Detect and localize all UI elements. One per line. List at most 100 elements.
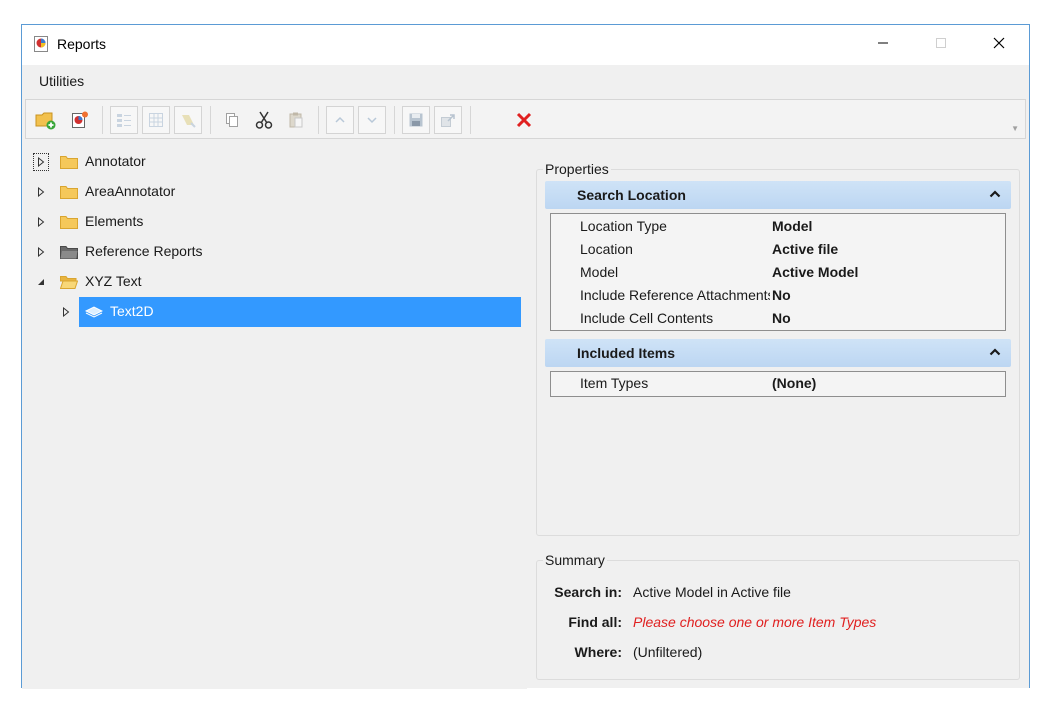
tree-item-label: AreaAnnotator bbox=[85, 183, 176, 199]
property-name: Include Reference Attachments bbox=[580, 287, 770, 303]
property-row-location[interactable]: Location Active file bbox=[551, 239, 1005, 262]
find-all-link[interactable]: Please choose one or more Item Types bbox=[633, 614, 876, 630]
properties-title: Properties bbox=[543, 161, 611, 177]
toolbar-separator bbox=[470, 106, 471, 134]
tree-item-label: Elements bbox=[85, 213, 144, 229]
add-folder-button[interactable] bbox=[32, 106, 60, 134]
property-value[interactable]: No bbox=[772, 310, 791, 326]
find-all-label: Find all: bbox=[568, 614, 622, 630]
columns-button[interactable] bbox=[110, 106, 138, 134]
property-name: Item Types bbox=[580, 375, 649, 391]
expand-icon[interactable] bbox=[59, 304, 73, 320]
minimize-icon bbox=[878, 42, 888, 44]
menu-utilities[interactable]: Utilities bbox=[39, 73, 84, 89]
expand-icon[interactable] bbox=[33, 153, 49, 171]
properties-group: Properties Search Location Location Type… bbox=[536, 161, 1020, 536]
toolbar-separator bbox=[102, 106, 103, 134]
summary-title: Summary bbox=[543, 552, 607, 568]
search-location-header[interactable]: Search Location bbox=[545, 181, 1011, 209]
move-up-button[interactable] bbox=[326, 106, 354, 134]
property-name: Include Cell Contents bbox=[580, 310, 714, 326]
window-title: Reports bbox=[57, 36, 107, 52]
move-up-icon bbox=[335, 116, 345, 123]
folder-icon bbox=[60, 216, 78, 229]
expand-icon[interactable] bbox=[34, 244, 48, 260]
move-down-button[interactable] bbox=[358, 106, 386, 134]
maximize-button[interactable] bbox=[918, 25, 964, 61]
toolbar-separator bbox=[318, 106, 319, 134]
property-value[interactable]: No bbox=[772, 287, 791, 303]
export-icon bbox=[441, 114, 455, 127]
chevron-up-icon[interactable] bbox=[989, 347, 1001, 357]
maximize-icon bbox=[936, 38, 946, 48]
property-name: Location bbox=[580, 241, 633, 257]
table-button[interactable] bbox=[142, 106, 170, 134]
property-name: Model bbox=[580, 264, 619, 280]
report-tree: Annotator AreaAnnotator Elements Referen… bbox=[22, 142, 527, 689]
included-items-grid: Item Types (None) bbox=[550, 371, 1006, 397]
property-row-include-reference-attachments[interactable]: Include Reference Attachments No bbox=[551, 285, 1005, 308]
tree-item-label: Annotator bbox=[85, 153, 146, 169]
new-report-icon bbox=[72, 111, 88, 128]
property-name: Location Type bbox=[580, 218, 667, 234]
table-icon bbox=[149, 113, 163, 127]
cut-button[interactable] bbox=[250, 106, 278, 134]
tree-item-reference-reports[interactable]: Reference Reports bbox=[22, 237, 522, 267]
property-row-item-types[interactable]: Item Types (None) bbox=[551, 373, 1005, 396]
highlight-button[interactable] bbox=[174, 106, 202, 134]
folder-icon bbox=[60, 156, 78, 169]
move-down-icon bbox=[367, 117, 377, 124]
tree-item-xyz-text[interactable]: XYZ Text bbox=[22, 267, 522, 297]
save-button[interactable] bbox=[402, 106, 430, 134]
property-row-model[interactable]: Model Active Model bbox=[551, 262, 1005, 285]
expand-icon[interactable] bbox=[34, 214, 48, 230]
highlight-icon bbox=[182, 115, 196, 128]
toolbar-overflow-icon[interactable]: ▼ bbox=[1011, 124, 1019, 133]
where-label: Where: bbox=[574, 644, 622, 660]
copy-icon bbox=[226, 113, 238, 127]
close-button[interactable] bbox=[976, 25, 1022, 61]
paste-button[interactable] bbox=[282, 106, 310, 134]
reports-window: Reports Utilities ▼ Annotator AreaAnnota… bbox=[21, 24, 1030, 689]
collapse-icon[interactable] bbox=[34, 274, 48, 290]
toolbar-separator bbox=[394, 106, 395, 134]
delete-button[interactable] bbox=[510, 106, 538, 134]
folder-open-icon bbox=[60, 276, 78, 289]
property-value[interactable]: Model bbox=[772, 218, 812, 234]
property-value[interactable]: Active Model bbox=[772, 264, 858, 280]
tree-item-label: Text2D bbox=[110, 303, 154, 319]
columns-icon bbox=[117, 114, 131, 127]
reports-app-icon bbox=[34, 36, 48, 52]
tree-item-text2d[interactable]: Text2D bbox=[79, 297, 521, 327]
close-icon bbox=[993, 37, 1005, 49]
tree-item-elements[interactable]: Elements bbox=[22, 207, 522, 237]
delete-icon bbox=[516, 112, 532, 128]
search-in-value: Active Model in Active file bbox=[633, 584, 791, 600]
tree-item-annotator[interactable]: Annotator bbox=[22, 147, 522, 177]
add-folder-icon bbox=[35, 112, 56, 130]
expand-icon[interactable] bbox=[34, 184, 48, 200]
search-location-grid: Location Type Model Location Active file… bbox=[550, 213, 1006, 331]
folder-icon bbox=[60, 186, 78, 199]
new-report-button[interactable] bbox=[66, 106, 94, 134]
property-value[interactable]: (None) bbox=[772, 375, 816, 391]
summary-group: Summary Search in: Active Model in Activ… bbox=[536, 552, 1020, 680]
tree-item-label: XYZ Text bbox=[85, 273, 142, 289]
toolbar-separator bbox=[210, 106, 211, 134]
export-button[interactable] bbox=[434, 106, 462, 134]
chevron-up-icon[interactable] bbox=[989, 189, 1001, 199]
save-icon bbox=[409, 113, 423, 127]
cut-icon bbox=[255, 111, 273, 129]
paste-icon bbox=[289, 112, 303, 128]
where-value: (Unfiltered) bbox=[633, 644, 703, 660]
property-row-include-cell-contents[interactable]: Include Cell Contents No bbox=[551, 308, 1005, 331]
included-items-header[interactable]: Included Items bbox=[545, 339, 1011, 367]
property-row-location-type[interactable]: Location Type Model bbox=[551, 216, 1005, 239]
menu-bar: Utilities bbox=[22, 65, 1029, 97]
property-value[interactable]: Active file bbox=[772, 241, 838, 257]
section-title: Included Items bbox=[577, 345, 676, 361]
copy-button[interactable] bbox=[218, 106, 246, 134]
minimize-button[interactable] bbox=[860, 25, 906, 61]
title-bar[interactable]: Reports bbox=[22, 25, 1029, 65]
tree-item-areaannotator[interactable]: AreaAnnotator bbox=[22, 177, 522, 207]
